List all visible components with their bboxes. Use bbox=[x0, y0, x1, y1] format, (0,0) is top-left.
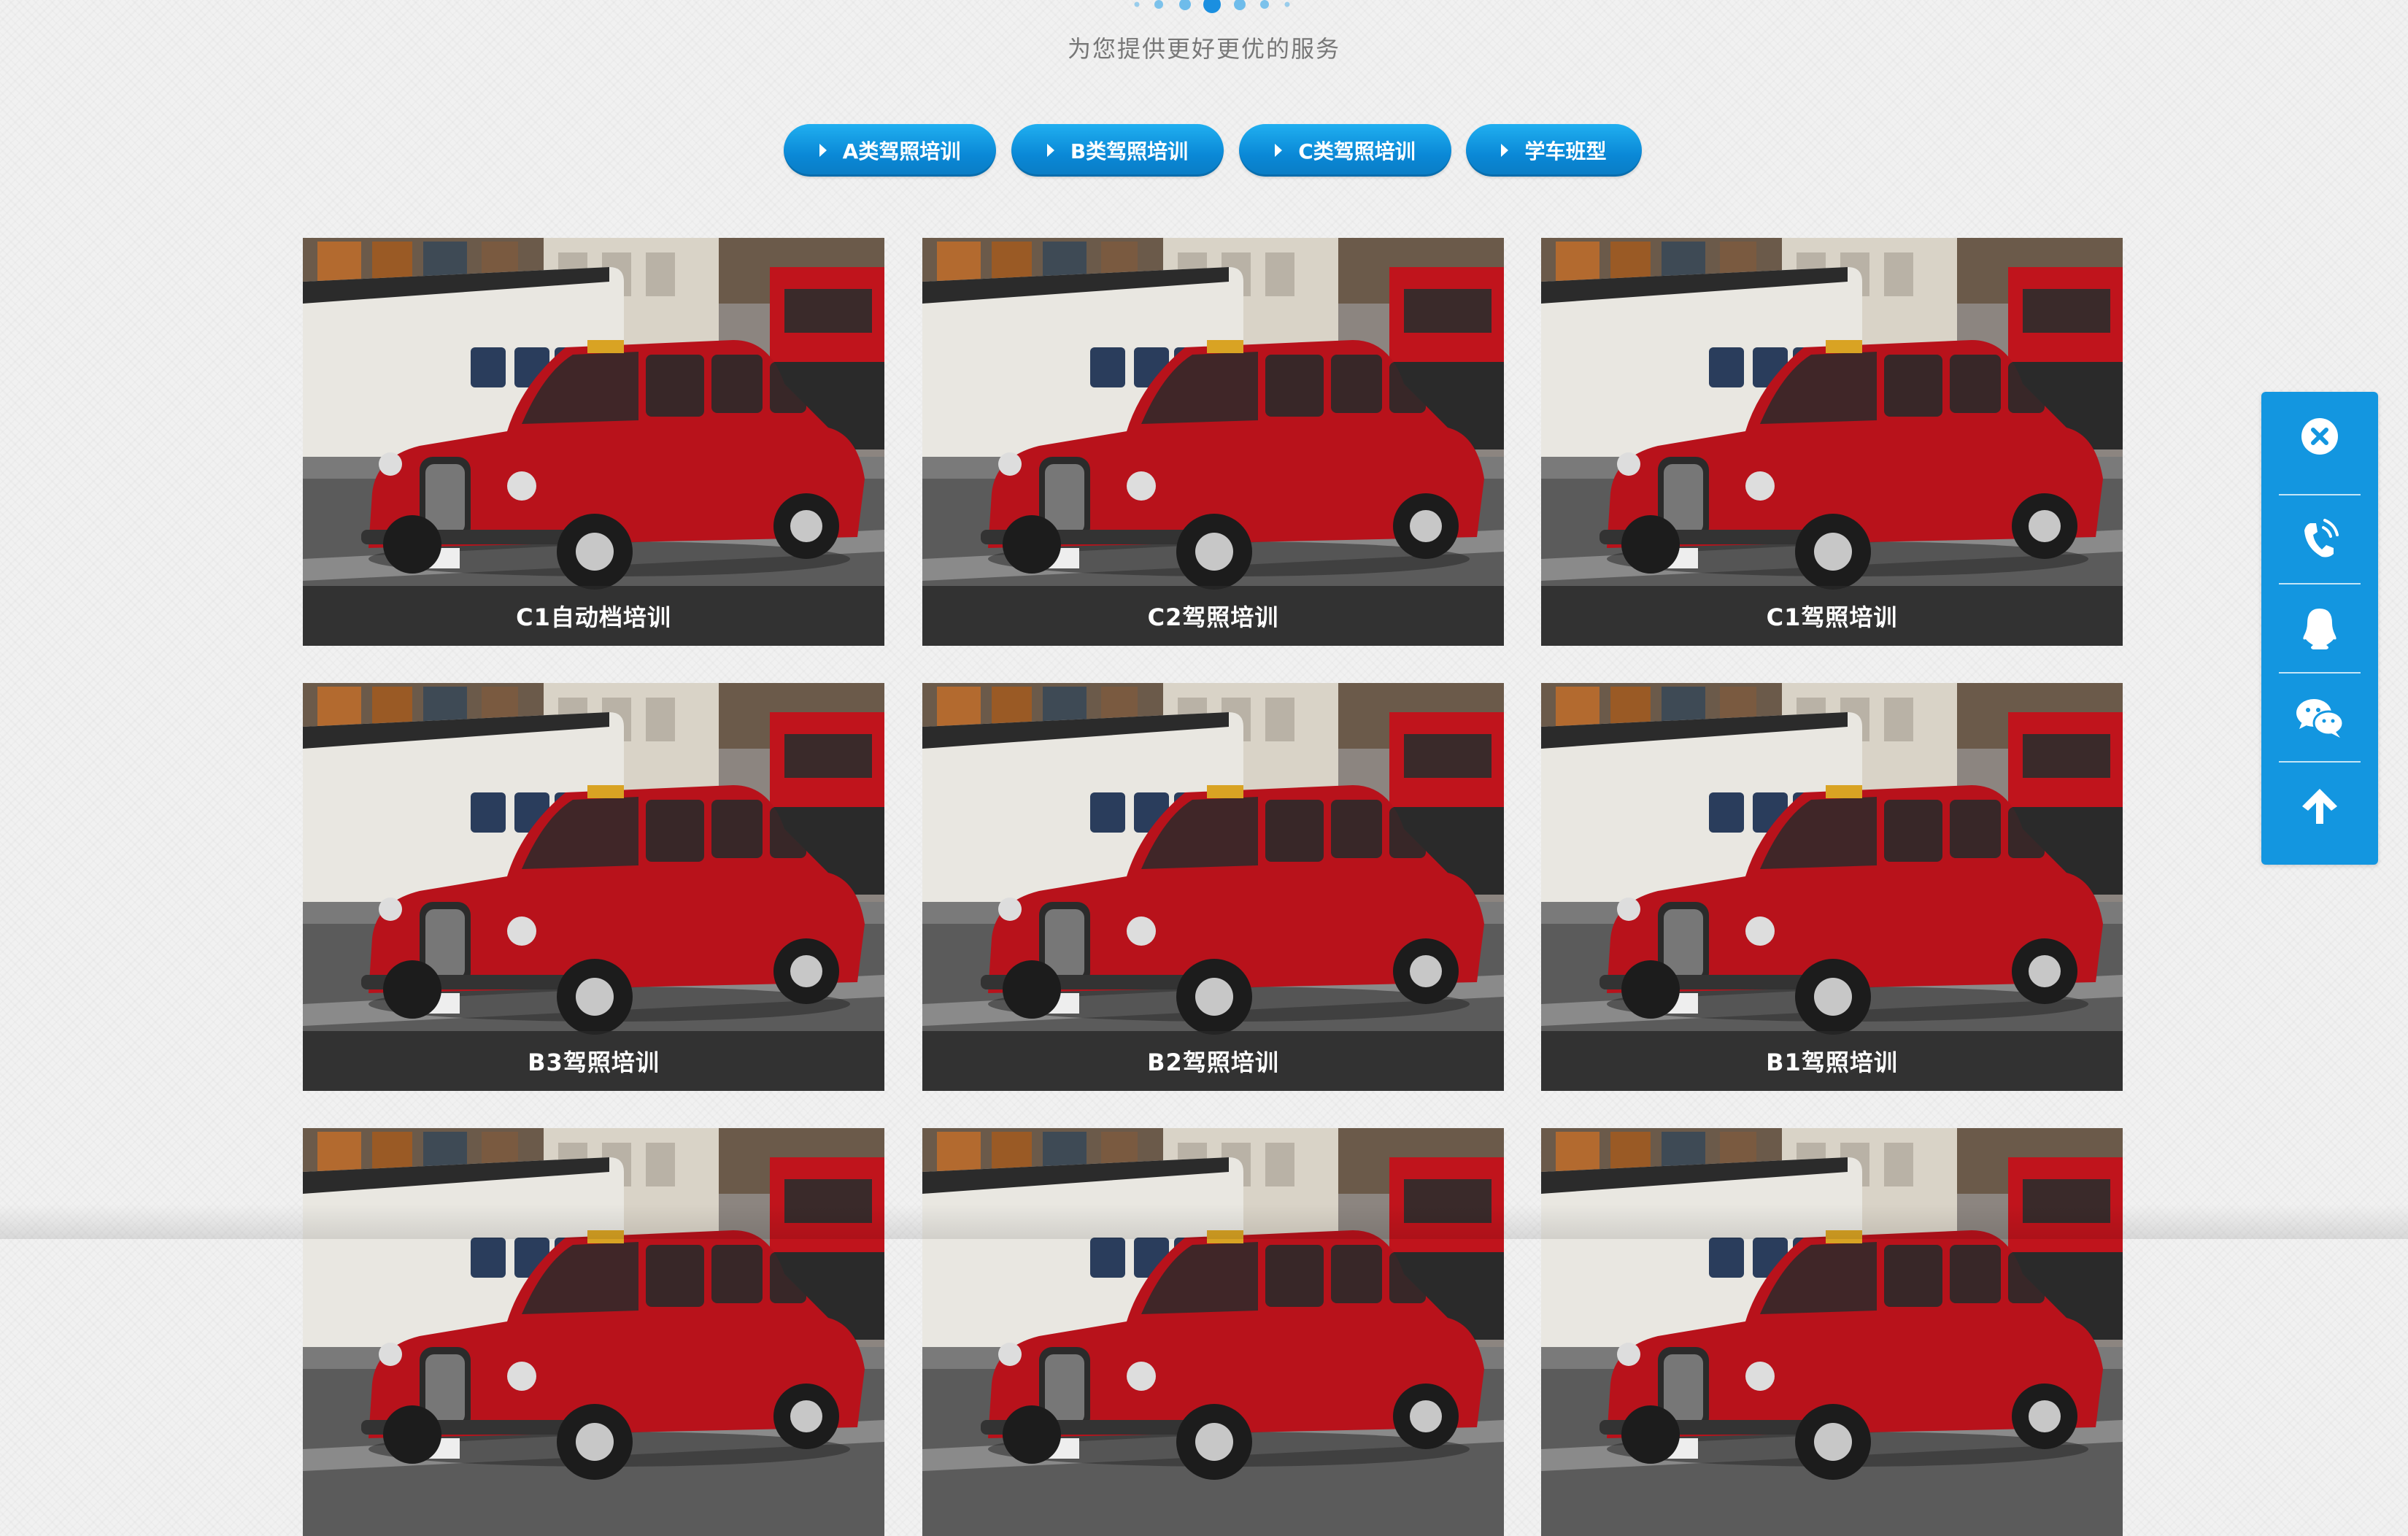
pager-dot[interactable] bbox=[1284, 1, 1290, 7]
course-card[interactable]: B1驾照培训 bbox=[1541, 683, 2123, 1091]
tab-class-types[interactable]: 学车班型 bbox=[1466, 124, 1642, 177]
pager-dot[interactable] bbox=[1154, 0, 1163, 9]
tab-label: 学车班型 bbox=[1524, 139, 1607, 163]
pager-dot[interactable] bbox=[1179, 0, 1191, 10]
tab-label: A类驾照培训 bbox=[842, 139, 961, 163]
taxi-photo bbox=[922, 238, 1504, 646]
section-subtitle: 为您提供更好更优的服务 bbox=[1067, 35, 1340, 63]
taxi-photo bbox=[303, 238, 884, 646]
course-card[interactable]: B3驾照培训 bbox=[303, 683, 884, 1091]
course-caption: C2驾照培训 bbox=[922, 586, 1504, 646]
course-caption: C1驾照培训 bbox=[1541, 586, 2123, 646]
course-card[interactable] bbox=[922, 1128, 1504, 1536]
close-circle-icon bbox=[2301, 418, 2338, 455]
taxi-photo bbox=[1541, 683, 2123, 1091]
course-card[interactable]: C1驾照培训 bbox=[1541, 238, 2123, 646]
tab-label: B类驾照培训 bbox=[1070, 139, 1189, 163]
taxi-photo bbox=[922, 683, 1504, 1091]
qq-button[interactable] bbox=[2261, 584, 2378, 673]
course-card[interactable]: B2驾照培训 bbox=[922, 683, 1504, 1091]
course-card[interactable] bbox=[303, 1128, 884, 1536]
taxi-photo bbox=[303, 683, 884, 1091]
floating-contact-bar bbox=[2261, 392, 2378, 865]
taxi-photo bbox=[1541, 238, 2123, 646]
taxi-photo bbox=[922, 1128, 1504, 1536]
phone-icon bbox=[2304, 519, 2339, 557]
course-card[interactable]: C1自动档培训 bbox=[303, 238, 884, 646]
pager-dot-active[interactable] bbox=[1203, 0, 1221, 13]
arrow-up-icon bbox=[2302, 789, 2337, 824]
taxi-photo bbox=[303, 1128, 884, 1536]
caret-right-icon bbox=[1046, 144, 1054, 157]
caret-right-icon bbox=[819, 144, 827, 157]
course-caption: B2驾照培训 bbox=[922, 1031, 1504, 1091]
caret-right-icon bbox=[1275, 144, 1283, 157]
phone-button[interactable] bbox=[2261, 495, 2378, 584]
course-card[interactable] bbox=[1541, 1128, 2123, 1536]
caret-right-icon bbox=[1501, 144, 1509, 157]
course-caption: B3驾照培训 bbox=[303, 1031, 884, 1091]
course-card[interactable]: C2驾照培训 bbox=[922, 238, 1504, 646]
qq-icon bbox=[2303, 609, 2336, 649]
wechat-button[interactable] bbox=[2261, 673, 2378, 762]
category-tabs: A类驾照培训 B类驾照培训 C类驾照培训 学车班型 bbox=[0, 124, 2408, 177]
course-caption: C1自动档培训 bbox=[303, 586, 884, 646]
pager-dot[interactable] bbox=[1134, 1, 1140, 7]
course-caption: B1驾照培训 bbox=[1541, 1031, 2123, 1091]
taxi-photo bbox=[1541, 1128, 2123, 1536]
tab-b-license[interactable]: B类驾照培训 bbox=[1011, 124, 1224, 177]
tab-label: C类驾照培训 bbox=[1298, 139, 1416, 163]
pager-dot[interactable] bbox=[1260, 0, 1269, 9]
wechat-icon bbox=[2296, 699, 2345, 738]
back-to-top-button[interactable] bbox=[2261, 762, 2378, 851]
tab-a-license[interactable]: A类驾照培训 bbox=[784, 124, 996, 177]
close-button[interactable] bbox=[2261, 392, 2378, 481]
tab-c-license[interactable]: C类驾照培训 bbox=[1239, 124, 1451, 177]
pager-dot[interactable] bbox=[1234, 0, 1246, 10]
carousel-pager bbox=[0, 0, 2408, 15]
